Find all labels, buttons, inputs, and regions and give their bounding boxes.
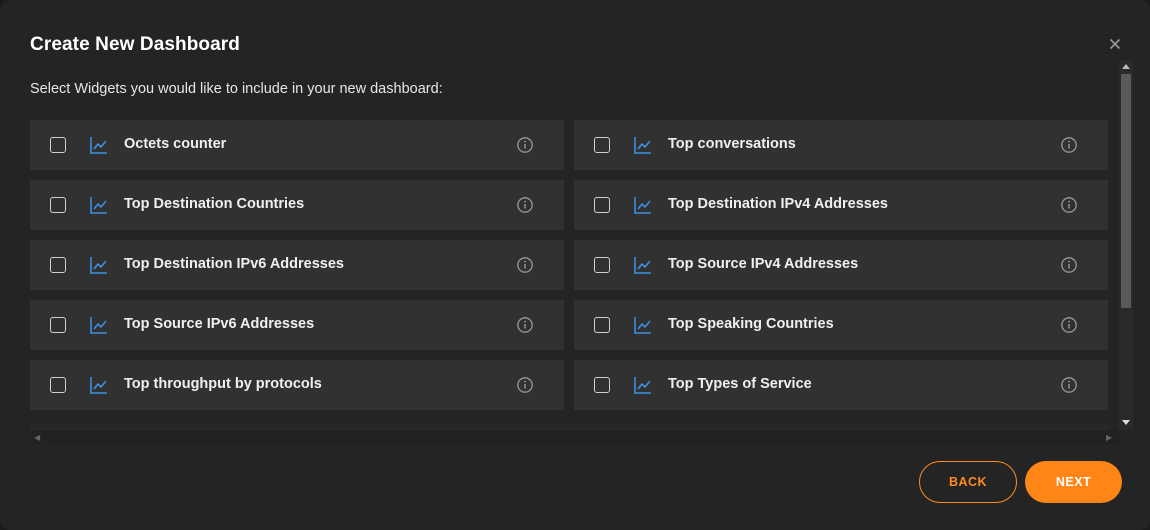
close-icon[interactable] <box>1105 34 1125 54</box>
widget-item[interactable]: Top Destination IPv6 Addresses <box>30 240 564 290</box>
widget-item[interactable]: Top Source IPv6 Addresses <box>30 300 564 350</box>
scroll-left-icon[interactable]: ◀ <box>34 433 40 442</box>
info-icon[interactable] <box>1060 376 1078 394</box>
dialog-title: Create New Dashboard <box>30 34 241 55</box>
scrollbar-thumb[interactable] <box>1121 74 1131 308</box>
info-icon[interactable] <box>1060 196 1078 214</box>
widget-item[interactable]: Top throughput by protocols <box>30 360 564 410</box>
widget-label: Top Types of Service <box>668 376 812 392</box>
info-icon[interactable] <box>516 316 534 334</box>
line-chart-icon <box>90 137 107 154</box>
widget-item[interactable]: Top Types of Service <box>574 360 1108 410</box>
scroll-right-icon[interactable]: ▶ <box>1106 433 1112 442</box>
widget-checkbox[interactable] <box>594 257 610 273</box>
widget-checkbox[interactable] <box>594 377 610 393</box>
info-icon[interactable] <box>1060 316 1078 334</box>
info-icon[interactable] <box>1060 256 1078 274</box>
line-chart-icon <box>634 257 651 274</box>
widget-checkbox[interactable] <box>50 197 66 213</box>
line-chart-icon <box>634 317 651 334</box>
widget-list[interactable]: Octets counter Top conversations Top Desti… <box>30 120 1120 430</box>
widget-checkbox[interactable] <box>594 317 610 333</box>
vertical-scrollbar[interactable] <box>1119 60 1133 430</box>
line-chart-icon <box>90 257 107 274</box>
back-button[interactable]: BACK <box>919 461 1017 503</box>
widget-item[interactable]: Top Speaking Countries <box>574 300 1108 350</box>
widget-checkbox[interactable] <box>50 317 66 333</box>
line-chart-icon <box>90 317 107 334</box>
widget-label: Top conversations <box>668 136 796 152</box>
info-icon[interactable] <box>516 376 534 394</box>
create-dashboard-dialog: Create New Dashboard Select Widgets you … <box>0 0 1150 530</box>
widget-label: Octets counter <box>124 136 227 152</box>
scroll-up-icon[interactable] <box>1122 64 1130 69</box>
widget-checkbox[interactable] <box>50 377 66 393</box>
line-chart-icon <box>90 197 107 214</box>
widget-label: Top Destination Countries <box>124 196 305 212</box>
info-icon[interactable] <box>516 196 534 214</box>
line-chart-icon <box>90 377 107 394</box>
next-button[interactable]: NEXT <box>1025 461 1122 503</box>
widget-checkbox[interactable] <box>594 137 610 153</box>
widget-checkbox[interactable] <box>50 137 66 153</box>
widget-item[interactable]: Top conversations <box>574 120 1108 170</box>
dialog-subtitle: Select Widgets you would like to include… <box>30 81 443 97</box>
widget-checkbox[interactable] <box>594 197 610 213</box>
widget-item[interactable]: Top Source IPv4 Addresses <box>574 240 1108 290</box>
widget-label: Top Source IPv6 Addresses <box>124 316 315 332</box>
info-icon[interactable] <box>516 136 534 154</box>
horizontal-scrollbar[interactable]: ◀ ▶ <box>30 430 1120 444</box>
widget-checkbox[interactable] <box>50 257 66 273</box>
info-icon[interactable] <box>516 256 534 274</box>
widget-item[interactable]: Octets counter <box>30 120 564 170</box>
widget-item[interactable]: Top Destination IPv4 Addresses <box>574 180 1108 230</box>
widget-label: Top Source IPv4 Addresses <box>668 256 859 272</box>
line-chart-icon <box>634 197 651 214</box>
line-chart-icon <box>634 377 651 394</box>
widget-item[interactable]: Top Destination Countries <box>30 180 564 230</box>
widget-label: Top Destination IPv4 Addresses <box>668 196 888 212</box>
info-icon[interactable] <box>1060 136 1078 154</box>
scroll-down-icon[interactable] <box>1122 420 1130 425</box>
list-fade <box>30 420 1108 430</box>
line-chart-icon <box>634 137 651 154</box>
widget-label: Top throughput by protocols <box>124 376 322 392</box>
widget-label: Top Speaking Countries <box>668 316 834 332</box>
widget-label: Top Destination IPv6 Addresses <box>124 256 344 272</box>
